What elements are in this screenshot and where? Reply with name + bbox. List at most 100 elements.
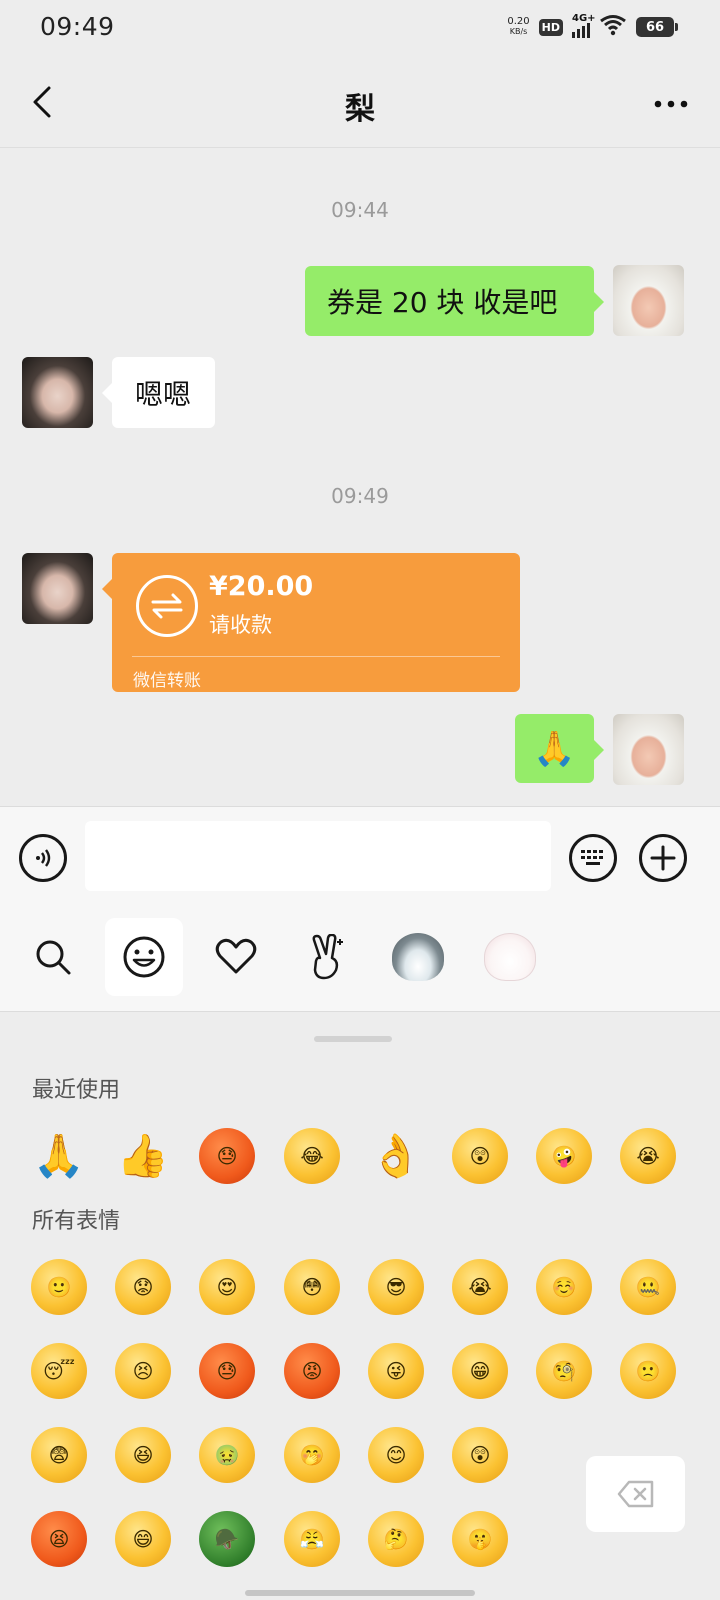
emoji-item[interactable]: 😜 [368,1343,424,1399]
emoji-item[interactable]: 😲 [452,1128,508,1184]
tab-emoji[interactable] [105,918,183,996]
emoji-item[interactable]: 😄 [115,1511,171,1567]
delete-button[interactable] [586,1456,685,1532]
emoji-item[interactable]: 😣 [115,1343,171,1399]
recent-emoji-row: 🙏 👍 😓 😂 👌 😲 🤪 😭 [0,1128,720,1192]
voice-button[interactable] [19,834,67,882]
wifi-icon [599,14,627,40]
emoji-item[interactable]: 😆 [115,1427,171,1483]
tab-sticker-bunny[interactable] [471,918,549,996]
transfer-icon [136,575,198,637]
battery-icon: 66 [636,17,678,37]
emoji-item[interactable]: 🪖 [199,1511,255,1567]
emoji-item[interactable]: 😲 [452,1427,508,1483]
emoji-item[interactable]: 😭 [452,1259,508,1315]
emoji-item[interactable]: 🤭 [284,1427,340,1483]
more-button[interactable] [648,84,694,124]
emoji-item[interactable]: 👍 [115,1128,171,1184]
status-bar: 09:49 0.20 KB/s HD 4G+ 66 [0,0,720,56]
network-type: 4G+ [572,13,596,24]
heart-icon [215,938,257,974]
message-bubble-received[interactable]: 嗯嗯 [102,357,215,428]
emoji-item[interactable]: 🙏 [31,1128,87,1184]
emoji-item[interactable]: 😤 [284,1511,340,1567]
emoji-row: 🙂 😟 😍 😳 😎 😭 ☺️ 🤐 [0,1259,720,1323]
search-icon [36,940,71,975]
message-text: 券是 20 块 收是吧 [327,286,558,319]
pray-emoji-icon: 🙏 [533,728,576,769]
keyboard-button[interactable] [569,834,617,882]
emoji-item[interactable]: 😓 [199,1128,255,1184]
emoji-item[interactable]: 🤔 [368,1511,424,1567]
emoji-item[interactable]: 😎 [368,1259,424,1315]
emoji-item[interactable]: 🙂 [31,1259,87,1315]
net-speed: 0.20 KB/s [507,17,529,37]
emoji-item[interactable]: 😟 [115,1259,171,1315]
keyboard-icon [581,850,603,865]
message-bubble-sent[interactable]: 券是 20 块 收是吧 [305,266,604,336]
my-avatar[interactable] [613,714,684,785]
message-text: 嗯嗯 [135,377,192,411]
penguin-sticker-icon [392,933,444,981]
chat-area[interactable]: 09:44 券是 20 块 收是吧 嗯嗯 09:49 ¥20.00 请收款 微信… [0,148,720,806]
bunny-sticker-icon [484,933,536,981]
chat-title: 梨 [345,92,375,127]
tab-favorites[interactable] [197,918,275,996]
emoji-item[interactable]: ☺️ [536,1259,592,1315]
timestamp: 09:44 [331,198,389,222]
status-icons: 0.20 KB/s HD 4G+ 66 [507,13,678,40]
emoji-item[interactable]: 😴 [31,1343,87,1399]
transfer-status: 请收款 [209,613,272,637]
emoji-item[interactable]: 👌 [368,1128,424,1184]
tab-sticker-penguin[interactable] [379,918,457,996]
backspace-icon [617,1480,653,1508]
victory-hand-icon [312,934,343,980]
emoji-item[interactable]: 😡 [284,1343,340,1399]
emoji-item[interactable]: 🤐 [620,1259,676,1315]
emoji-item[interactable]: 😫 [31,1511,87,1567]
transfer-amount: ¥20.00 [209,571,314,602]
emoji-item[interactable]: 😊 [368,1427,424,1483]
emoji-item[interactable]: 😳 [284,1259,340,1315]
emoji-panel[interactable]: 最近使用 🙏 👍 😓 😂 👌 😲 🤪 😭 所有表情 🙂 😟 😍 😳 😎 😭 ☺️… [0,1012,720,1600]
voice-icon [36,849,51,867]
all-section-title: 所有表情 [32,1209,121,1234]
tab-search[interactable] [14,918,92,996]
contact-avatar[interactable] [22,553,93,624]
tab-gestures[interactable] [288,918,366,996]
emoji-item[interactable]: 🧐 [536,1343,592,1399]
emoji-tab-bar [0,906,720,1012]
recent-section-title: 最近使用 [32,1078,121,1103]
emoji-item[interactable]: 🤫 [452,1511,508,1567]
emoji-row: 😴 😣 😓 😡 😜 😁 🧐 🙁 [0,1343,720,1407]
emoji-item[interactable]: 😍 [199,1259,255,1315]
emoji-item[interactable]: 😁 [452,1343,508,1399]
timestamp: 09:49 [331,484,389,508]
emoji-item[interactable]: 😭 [620,1128,676,1184]
emoji-item[interactable]: 😨 [31,1427,87,1483]
signal-icon: 4G+ [572,13,596,38]
emoji-item[interactable]: 🙁 [620,1343,676,1399]
message-bubble-sent[interactable]: 🙏 [515,714,604,783]
smiley-icon [123,936,165,978]
message-input[interactable] [85,821,551,891]
emoji-item[interactable]: 🤪 [536,1128,592,1184]
net-speed-value: 0.20 [507,16,530,27]
chat-header: 梨 [0,56,720,148]
more-functions-button[interactable] [639,834,687,882]
home-indicator[interactable] [245,1590,475,1596]
panel-drag-handle[interactable] [314,1036,392,1042]
transfer-card[interactable]: ¥20.00 请收款 微信转账 [102,553,520,692]
contact-avatar[interactable] [22,357,93,428]
plus-icon [650,845,676,871]
divider [132,656,500,657]
transfer-footer: 微信转账 [133,671,201,691]
my-avatar[interactable] [613,265,684,336]
net-speed-unit: KB/s [509,27,528,36]
emoji-item[interactable]: 😓 [199,1343,255,1399]
more-horizontal-icon [654,100,688,108]
emoji-item[interactable]: 😂 [284,1128,340,1184]
emoji-item[interactable]: 🤢 [199,1427,255,1483]
input-bar [0,806,720,906]
hd-badge: HD [538,18,563,36]
